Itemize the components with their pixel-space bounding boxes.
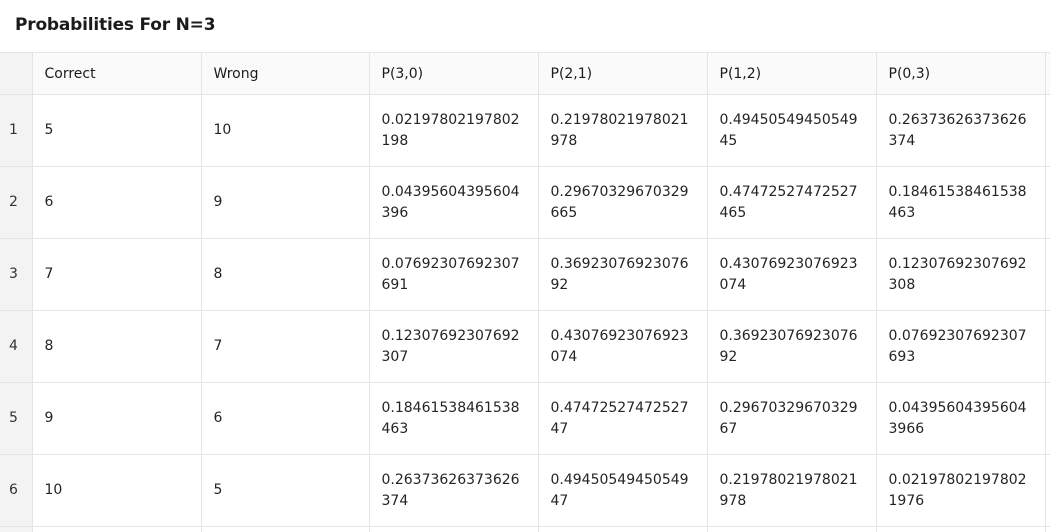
cell-empty [707,526,877,532]
cell-p12[interactable]: 0.47472527472527465 [707,166,877,239]
cell-p03[interactable]: 0.26373626373626374 [876,94,1046,167]
cell-empty [32,526,202,532]
cell-p12[interactable]: 0.21978021978021978 [707,454,877,527]
table-row[interactable]: 4 8 7 0.12307692307692307 0.430769230769… [0,310,1050,383]
page-title: Probabilities For N=3 [15,15,216,35]
cell-correct[interactable]: 8 [32,310,202,383]
cell-wrong[interactable]: 9 [201,166,370,239]
index-header [0,53,33,95]
table-row[interactable]: 2 6 9 0.04395604395604396 0.296703296703… [0,166,1050,239]
cell-p21[interactable]: 0.4747252747252747 [538,382,708,455]
cell-correct[interactable]: 6 [32,166,202,239]
table-row[interactable]: 3 7 8 0.07692307692307691 0.369230769230… [0,238,1050,311]
column-header-wrong[interactable]: Wrong [201,53,370,95]
cell-p12[interactable]: 0.43076923076923074 [707,238,877,311]
cell-wrong[interactable]: 8 [201,238,370,311]
data-grid: Correct Wrong P(3,0) P(2,1) P(1,2) P(0,3… [0,53,1050,532]
table-row[interactable]: 1 5 10 0.02197802197802198 0.21978021978… [0,94,1050,167]
cell-overflow [1045,166,1050,239]
cell-correct[interactable]: 7 [32,238,202,311]
column-header-p21[interactable]: P(2,1) [538,53,708,95]
cell-empty [201,526,370,532]
row-index: 1 [0,94,33,167]
cell-correct[interactable]: 5 [32,94,202,167]
cell-p30[interactable]: 0.07692307692307691 [369,238,539,311]
cell-wrong[interactable]: 10 [201,94,370,167]
cell-p21[interactable]: 0.43076923076923074 [538,310,708,383]
table-row-partial [0,526,1050,532]
cell-p03[interactable]: 0.021978021978021976 [876,454,1046,527]
row-index: 6 [0,454,33,527]
cell-p21[interactable]: 0.29670329670329665 [538,166,708,239]
cell-p12[interactable]: 0.2967032967032967 [707,382,877,455]
cell-p21[interactable]: 0.21978021978021978 [538,94,708,167]
cell-wrong[interactable]: 7 [201,310,370,383]
cell-empty [369,526,539,532]
cell-p21[interactable]: 0.4945054945054947 [538,454,708,527]
column-header-p12[interactable]: P(1,2) [707,53,877,95]
cell-correct[interactable]: 10 [32,454,202,527]
cell-overflow [1045,238,1050,311]
table-row[interactable]: 5 9 6 0.18461538461538463 0.474725274725… [0,382,1050,455]
cell-correct[interactable]: 9 [32,382,202,455]
cell-p30[interactable]: 0.18461538461538463 [369,382,539,455]
column-header-correct[interactable]: Correct [32,53,202,95]
cell-overflow [1045,382,1050,455]
row-index [0,526,33,532]
table-row[interactable]: 6 10 5 0.26373626373626374 0.49450549450… [0,454,1050,527]
row-index: 5 [0,382,33,455]
row-index: 4 [0,310,33,383]
cell-p30[interactable]: 0.04395604395604396 [369,166,539,239]
column-header-overflow [1045,53,1050,95]
cell-p12[interactable]: 0.4945054945054945 [707,94,877,167]
cell-empty [538,526,708,532]
row-index: 3 [0,238,33,311]
cell-p03[interactable]: 0.12307692307692308 [876,238,1046,311]
cell-p30[interactable]: 0.12307692307692307 [369,310,539,383]
header-row: Correct Wrong P(3,0) P(2,1) P(1,2) P(0,3… [0,53,1050,95]
cell-overflow [1045,94,1050,167]
row-index: 2 [0,166,33,239]
cell-p03[interactable]: 0.07692307692307693 [876,310,1046,383]
page: Probabilities For N=3 Correct Wrong P(3,… [0,0,1050,532]
cell-p30[interactable]: 0.02197802197802198 [369,94,539,167]
cell-p03[interactable]: 0.043956043956043966 [876,382,1046,455]
probability-table[interactable]: Correct Wrong P(3,0) P(2,1) P(1,2) P(0,3… [0,52,1050,532]
cell-wrong[interactable]: 5 [201,454,370,527]
column-header-p03[interactable]: P(0,3) [876,53,1046,95]
cell-overflow [1045,454,1050,527]
column-header-p30[interactable]: P(3,0) [369,53,539,95]
cell-p30[interactable]: 0.26373626373626374 [369,454,539,527]
cell-overflow [1045,527,1050,532]
cell-p12[interactable]: 0.3692307692307692 [707,310,877,383]
cell-overflow [1045,310,1050,383]
cell-wrong[interactable]: 6 [201,382,370,455]
cell-empty [876,526,1046,532]
cell-p21[interactable]: 0.3692307692307692 [538,238,708,311]
cell-p03[interactable]: 0.18461538461538463 [876,166,1046,239]
